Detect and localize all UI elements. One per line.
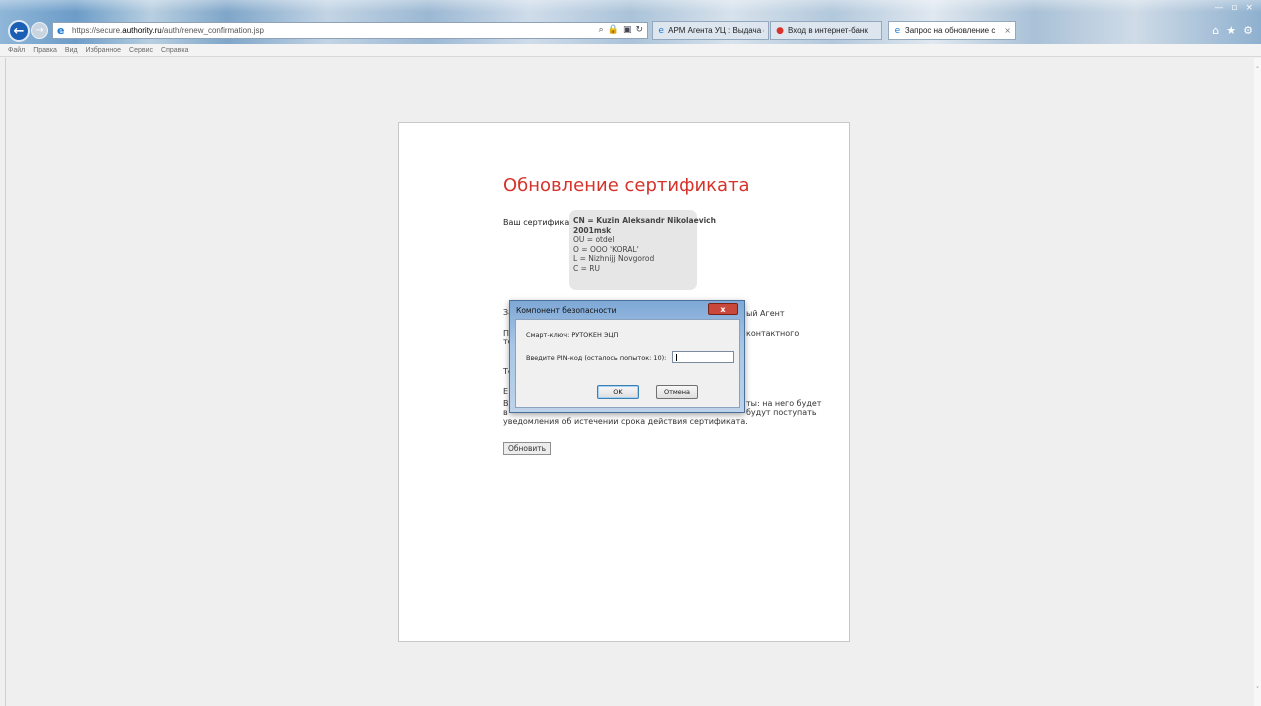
tab-arm-agent[interactable]: e АРМ Агента УЦ : Выдача серт... [652,21,769,40]
pin-label: Введите PIN-код (осталось попыток: 10): [526,354,667,362]
address-tools: ⌕ 🔒 ▣ ↻ [599,25,643,35]
search-icon[interactable]: ⌕ [599,25,604,35]
refresh-icon[interactable]: ↻ [635,25,643,35]
ie-page-icon: e [658,25,664,36]
dialog-title: Компонент безопасности [516,306,617,315]
obscured-text: Е [503,387,509,396]
menu-favorites[interactable]: Избранное [86,47,121,54]
cert-o: O = ООО 'KORAL' [573,244,639,254]
close-icon: x [720,304,726,314]
close-window-icon[interactable]: × [1245,3,1253,13]
minimize-icon[interactable]: — [1214,3,1223,13]
settings-gear-icon[interactable]: ⚙ [1243,24,1253,37]
close-tab-icon[interactable]: × [1004,26,1011,35]
cert-cn: CN = Kuzin Aleksandr Nikolaevich [573,216,716,225]
address-bar[interactable]: e https://secure.authority.ru/auth/renew… [52,22,648,39]
cancel-button[interactable]: Отмена [656,385,698,399]
window-controls: — ▫ × [1214,3,1253,13]
cert-ou: OU = otdel [573,235,615,244]
pin-input[interactable] [672,351,734,363]
home-icon[interactable]: ⌂ [1212,24,1219,37]
arrow-left-icon: ← [13,23,25,39]
obscured-text: контактного [746,329,800,338]
cert-cn-cont: 2001msk [573,225,612,235]
vertical-scrollbar[interactable]: ˄ ˅ [1254,58,1261,706]
ok-button[interactable]: OK [597,385,639,399]
cert-c: C = RU [573,263,600,273]
favorites-star-icon[interactable]: ★ [1226,24,1236,37]
tab-internet-bank[interactable]: ● Вход в интернет-банк [770,21,882,40]
dialog-body: Смарт-ключ: РУТОКЕН ЭЦП Введите PIN-код … [515,319,740,408]
browser-titlebar: ← → e https://secure.authority.ru/auth/r… [0,0,1261,44]
menu-view[interactable]: Вид [65,47,78,54]
tab-renewal-request[interactable]: e Запрос на обновление се... × [888,21,1016,40]
certificate-label: Ваш сертификат [503,218,574,227]
forward-button[interactable]: → [31,22,48,39]
security-dialog: Компонент безопасности x Смарт-ключ: РУТ… [509,300,745,413]
back-button[interactable]: ← [8,20,30,42]
smartcard-label: Смарт-ключ: РУТОКЕН ЭЦП [526,331,619,339]
obscured-text: В [503,399,509,408]
text-caret [676,354,677,361]
menu-bar: Файл Правка Вид Избранное Сервис Справка [0,44,1261,57]
obscured-text: будут поступать [746,408,817,417]
ie-page-icon: e [57,23,65,37]
lock-icon[interactable]: 🔒 [608,25,619,35]
maximize-icon[interactable]: ▫ [1231,3,1237,13]
expiry-notice: уведомления об истечении срока действия … [503,417,748,426]
toolbar-icons: ⌂ ★ ⚙ [1212,24,1253,37]
obscured-text: ый Агент [746,309,785,318]
renew-button[interactable]: Обновить [503,442,551,455]
menu-help[interactable]: Справка [161,47,188,54]
menu-edit[interactable]: Правка [33,47,57,54]
url-text: https://secure.authority.ru/auth/renew_c… [72,26,264,35]
ie-page-icon: e [894,25,901,36]
bank-icon: ● [776,25,784,36]
dialog-close-button[interactable]: x [708,303,738,315]
scroll-up-icon[interactable]: ˄ [1254,66,1261,74]
scroll-down-icon[interactable]: ˅ [1254,686,1261,694]
menu-tools[interactable]: Сервис [129,47,153,54]
page-title: Обновление сертификата [503,175,750,196]
cert-l: L = Nizhnijj Novgorod [573,254,655,263]
obscured-text: ты: на него будет [746,399,822,408]
menu-file[interactable]: Файл [8,47,25,54]
certificate-details: CN = Kuzin Aleksandr Nikolaevich 2001msk… [569,210,716,290]
obscured-text: в [503,408,508,417]
arrow-right-icon: → [35,25,44,36]
compat-view-icon[interactable]: ▣ [623,25,632,35]
